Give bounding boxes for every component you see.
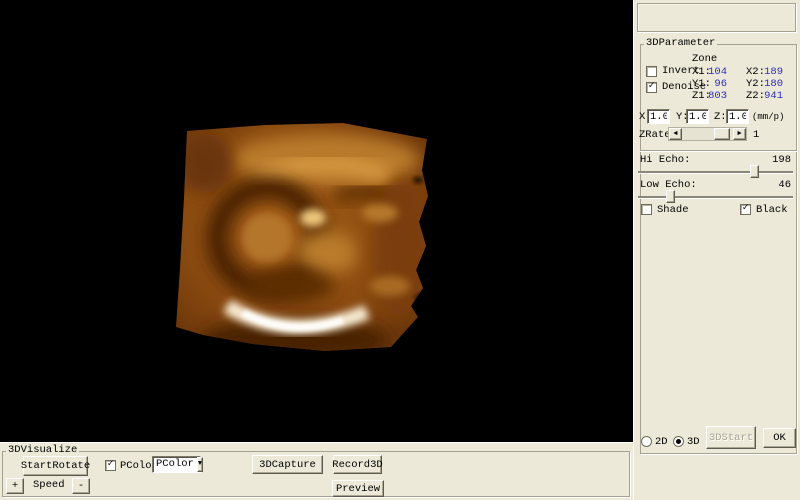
- zrate-thumb[interactable]: [714, 128, 730, 140]
- scale-z-input[interactable]: [726, 109, 749, 124]
- 3dstart-button[interactable]: 3DStart: [706, 426, 756, 449]
- pcolor-select-value: PColor: [153, 457, 197, 472]
- start-rotate-button[interactable]: StartRotate: [23, 456, 88, 476]
- zone-x1-value: 104: [701, 67, 727, 78]
- low-echo-slider-track[interactable]: [638, 196, 793, 198]
- visualize-group-title: 3DVisualize: [6, 445, 79, 456]
- zrate-label: ZRate: [639, 130, 671, 141]
- zone-title: Zone: [692, 54, 717, 65]
- invert-checkbox[interactable]: [646, 66, 657, 77]
- check-icon: ✓: [742, 203, 748, 214]
- zrate-track[interactable]: [682, 128, 733, 140]
- scale-z-label: Z:: [714, 112, 727, 123]
- pcolor-checkbox[interactable]: ✓: [105, 460, 116, 471]
- hi-echo-slider-track[interactable]: [638, 171, 793, 173]
- zone-z1-value: 803: [701, 91, 727, 102]
- black-label: Black: [756, 205, 788, 216]
- low-echo-slider-thumb[interactable]: [666, 190, 675, 203]
- mode-3d-label: 3D: [687, 437, 700, 448]
- dropdown-arrow-icon[interactable]: ▼: [197, 457, 203, 472]
- zone-y1-value: 96: [701, 79, 727, 90]
- mode-2d-label: 2D: [655, 437, 668, 448]
- app-window: 3DParameter Invert ✓ Denoise Zone X1: 10…: [0, 0, 800, 500]
- record3d-button[interactable]: Record3D: [333, 455, 382, 474]
- separator: [640, 150, 797, 151]
- scroll-right-icon[interactable]: ►: [733, 128, 746, 140]
- top-strip: [637, 3, 796, 32]
- parameter-panel: 3DParameter Invert ✓ Denoise Zone X1: 10…: [633, 0, 800, 500]
- ok-button[interactable]: OK: [763, 428, 796, 448]
- denoise-checkbox[interactable]: ✓: [646, 82, 657, 93]
- preview-button[interactable]: Preview: [332, 480, 384, 497]
- parameter-group-title: 3DParameter: [644, 38, 717, 49]
- check-icon: ✓: [648, 81, 654, 92]
- ultrasound-3d-render: [175, 118, 433, 354]
- pcolor-select[interactable]: PColor ▼: [152, 456, 201, 473]
- parameter-groupbox: [640, 44, 797, 454]
- scale-x-input[interactable]: [647, 109, 670, 124]
- scale-unit-label: (mm/p): [752, 112, 784, 123]
- shade-label: Shade: [657, 205, 689, 216]
- visualize-panel: 3DVisualize StartRotate + Speed - ✓ PCol…: [0, 442, 633, 500]
- zone-y2-value: 180: [757, 79, 783, 90]
- speed-label: Speed: [33, 480, 65, 491]
- hi-echo-slider-thumb[interactable]: [750, 165, 759, 178]
- zrate-value: 1: [753, 130, 759, 141]
- scale-y-input[interactable]: [686, 109, 709, 124]
- scroll-left-icon[interactable]: ◄: [669, 128, 682, 140]
- 3dcapture-button[interactable]: 3DCapture: [252, 455, 323, 474]
- speed-plus-button[interactable]: +: [6, 478, 24, 494]
- mode-2d-radio[interactable]: [641, 436, 652, 447]
- speed-minus-button[interactable]: -: [72, 478, 90, 494]
- hi-echo-value: 198: [761, 155, 791, 166]
- black-checkbox[interactable]: ✓: [740, 204, 751, 215]
- check-icon: ✓: [107, 459, 113, 470]
- zrate-scrollbar[interactable]: ◄ ►: [668, 127, 747, 141]
- mode-3d-radio[interactable]: [673, 436, 684, 447]
- hi-echo-label: Hi Echo:: [640, 155, 690, 166]
- low-echo-value: 46: [761, 180, 791, 191]
- zone-x2-value: 189: [757, 67, 783, 78]
- shade-checkbox[interactable]: [641, 204, 652, 215]
- render-viewport[interactable]: [0, 0, 633, 442]
- zone-z2-value: 941: [757, 91, 783, 102]
